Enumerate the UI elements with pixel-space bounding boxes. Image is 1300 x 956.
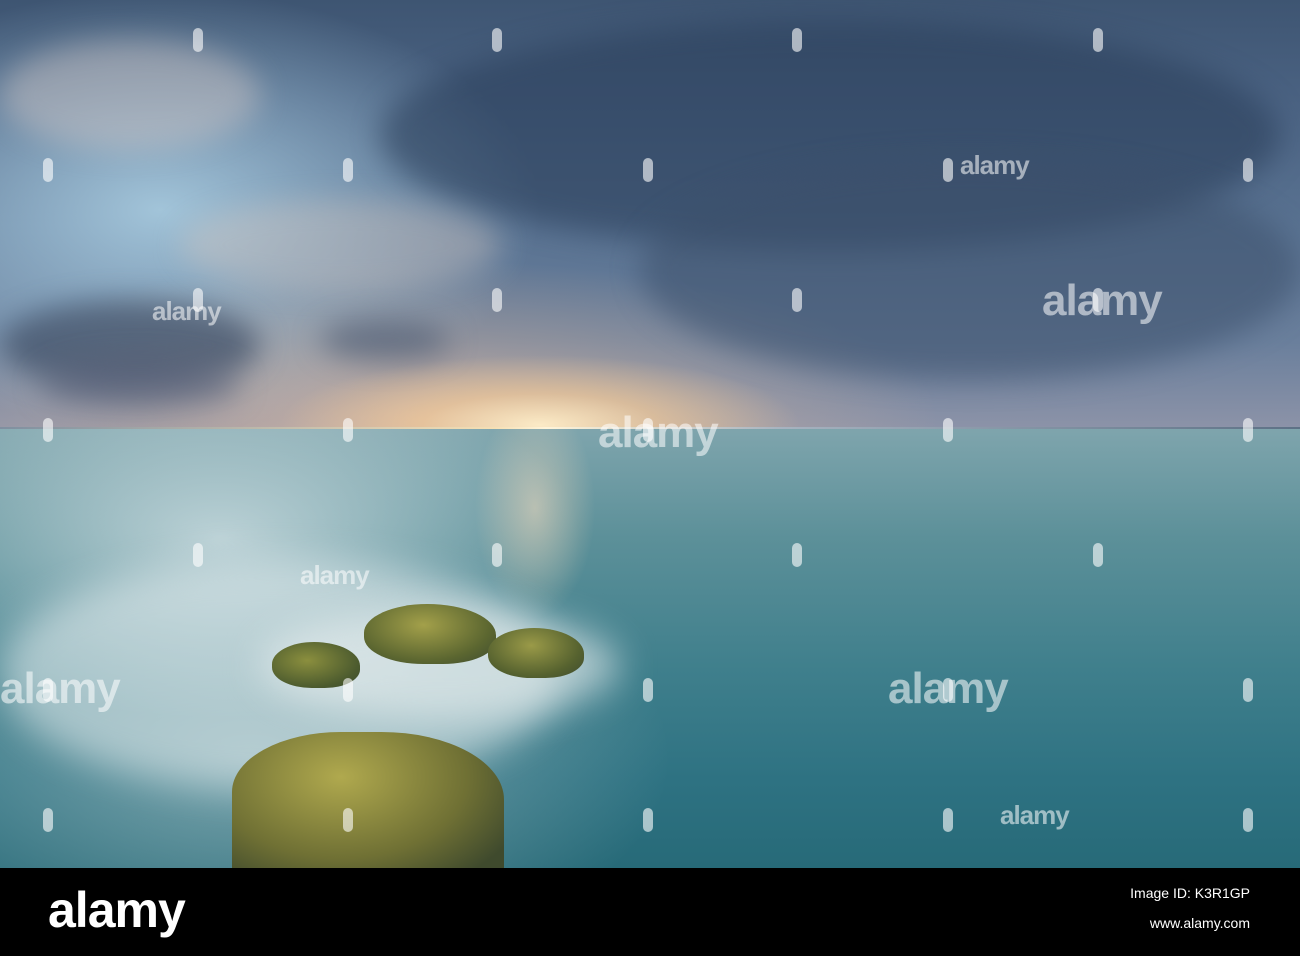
- watermark-glyph: [1243, 418, 1253, 442]
- watermark-glyph: [1243, 808, 1253, 832]
- watermark-glyph: [792, 28, 802, 52]
- watermark-glyph: [643, 808, 653, 832]
- watermark-glyph: [492, 543, 502, 567]
- watermark-glyph: [643, 158, 653, 182]
- site-url: www.alamy.com: [1149, 915, 1250, 931]
- watermark-glyph: [193, 288, 203, 312]
- watermark-glyph: [43, 808, 53, 832]
- watermark-glyph: [1093, 288, 1103, 312]
- watermark-glyph: [943, 678, 953, 702]
- footer-logo: alamy: [48, 882, 186, 938]
- watermark-glyph: [1093, 28, 1103, 52]
- watermark-dots: [43, 28, 1253, 832]
- watermark-glyph: [343, 158, 353, 182]
- photo: alamy alamy alamy alamy alamy alamy alam…: [0, 0, 1300, 868]
- image-id: Image ID: K3R1GP: [1130, 885, 1250, 901]
- watermark-glyph: [43, 678, 53, 702]
- watermark-glyph: [792, 543, 802, 567]
- watermark-glyph: [943, 808, 953, 832]
- watermark-glyph: [492, 28, 502, 52]
- watermark-glyph: [943, 158, 953, 182]
- watermark-glyph: [343, 808, 353, 832]
- watermark-glyph: [343, 418, 353, 442]
- watermark-glyph: [1243, 158, 1253, 182]
- watermark-glyph: [943, 418, 953, 442]
- watermark-glyph: [1093, 543, 1103, 567]
- footer-bar: [0, 868, 1300, 956]
- watermark-glyph: [792, 288, 802, 312]
- watermark-glyph: [193, 543, 203, 567]
- watermark-glyph: [492, 288, 502, 312]
- watermark-glyph: [1243, 678, 1253, 702]
- watermark-glyph: [643, 418, 653, 442]
- watermark-glyph: [343, 678, 353, 702]
- watermark-glyph: [643, 678, 653, 702]
- watermark-glyph: [43, 418, 53, 442]
- watermark-glyph: [43, 158, 53, 182]
- watermark-glyph: [193, 28, 203, 52]
